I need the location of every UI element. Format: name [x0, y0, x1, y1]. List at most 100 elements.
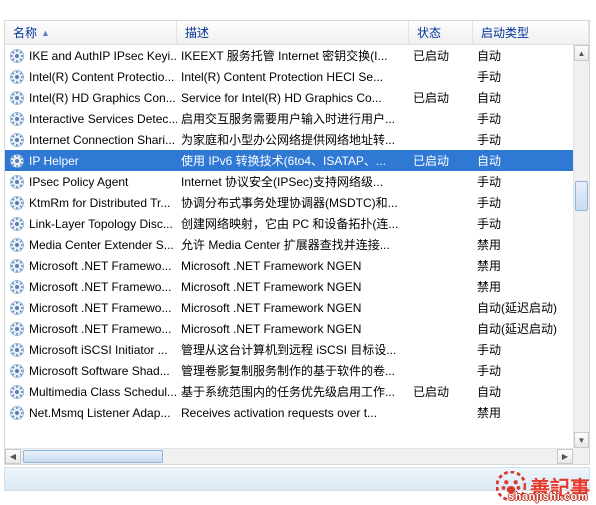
- service-name-cell: KtmRm for Distributed Tr...: [5, 195, 177, 211]
- service-desc-cell: 创建网络映射，它由 PC 和设备拓扑(连...: [177, 215, 409, 232]
- service-desc-cell: 使用 IPv6 转换技术(6to4、ISATAP、...: [177, 152, 409, 169]
- service-name-cell: IP Helper: [5, 153, 177, 169]
- vertical-scroll-thumb[interactable]: [575, 181, 588, 211]
- service-name-label: Net.Msmq Listener Adap...: [29, 406, 170, 420]
- service-gear-icon: [9, 384, 25, 400]
- service-type-cell: 手动: [473, 215, 573, 232]
- service-name-label: Microsoft .NET Framewo...: [29, 301, 171, 315]
- service-name-cell: Media Center Extender S...: [5, 237, 177, 253]
- service-name-label: Intel(R) Content Protectio...: [29, 70, 174, 84]
- service-type-cell: 自动(延迟启动): [473, 299, 573, 316]
- column-header-status[interactable]: 状态: [409, 21, 473, 44]
- vertical-scrollbar[interactable]: ▲ ▼: [573, 45, 589, 448]
- column-header-startup-type[interactable]: 启动类型: [473, 21, 589, 44]
- service-type-cell: 手动: [473, 110, 573, 127]
- service-type-cell: 自动(延迟启动): [473, 320, 573, 337]
- service-gear-icon: [9, 342, 25, 358]
- service-desc-cell: Microsoft .NET Framework NGEN: [177, 280, 409, 294]
- service-row[interactable]: Media Center Extender S...允许 Media Cente…: [5, 234, 573, 255]
- service-row[interactable]: Microsoft .NET Framewo...Microsoft .NET …: [5, 255, 573, 276]
- service-row[interactable]: IPsec Policy AgentInternet 协议安全(IPSec)支持…: [5, 171, 573, 192]
- service-type-cell: 手动: [473, 131, 573, 148]
- service-name-cell: Intel(R) Content Protectio...: [5, 69, 177, 85]
- service-desc-cell: Microsoft .NET Framework NGEN: [177, 301, 409, 315]
- service-row[interactable]: Net.Msmq Listener Adap...Receives activa…: [5, 402, 573, 423]
- service-type-cell: 自动: [473, 47, 573, 64]
- column-header-description[interactable]: 描述: [177, 21, 409, 44]
- service-row[interactable]: Microsoft .NET Framewo... Microsoft .NET …: [5, 297, 573, 318]
- service-name-label: Microsoft iSCSI Initiator ...: [29, 343, 168, 357]
- service-desc-cell: Service for Intel(R) HD Graphics Co...: [177, 91, 409, 105]
- service-type-cell: 手动: [473, 362, 573, 379]
- service-desc-cell: Intel(R) Content Protection HECI Se...: [177, 70, 409, 84]
- scroll-down-button[interactable]: ▼: [574, 432, 589, 448]
- service-name-label: KtmRm for Distributed Tr...: [29, 196, 170, 210]
- service-desc-cell: 启用交互服务需要用户输入时进行用户...: [177, 110, 409, 127]
- column-header-name[interactable]: 名称 ▲: [5, 21, 177, 44]
- service-gear-icon: [9, 90, 25, 106]
- service-type-cell: 禁用: [473, 257, 573, 274]
- service-name-label: Link-Layer Topology Disc...: [29, 217, 173, 231]
- service-row[interactable]: Microsoft Software Shad...管理卷影复制服务制作的基于软…: [5, 360, 573, 381]
- watermark-url: shanjishi.com: [508, 491, 588, 503]
- service-name-cell: Microsoft .NET Framewo...: [5, 258, 177, 274]
- service-name-label: Intel(R) HD Graphics Con...: [29, 91, 176, 105]
- service-name-label: Multimedia Class Schedul...: [29, 385, 177, 399]
- service-type-cell: 手动: [473, 68, 573, 85]
- service-row[interactable]: Intel(R) HD Graphics Con...Service for I…: [5, 87, 573, 108]
- scroll-left-button[interactable]: ◀: [5, 449, 21, 464]
- vertical-scroll-track[interactable]: [574, 61, 589, 432]
- service-name-label: Microsoft .NET Framewo...: [29, 259, 171, 273]
- service-row[interactable]: Microsoft iSCSI Initiator ... 管理从这台计算机到远程…: [5, 339, 573, 360]
- service-gear-icon: [9, 300, 25, 316]
- watermark: 善記事 shanjishi.com: [496, 471, 590, 501]
- service-type-cell: 自动: [473, 89, 573, 106]
- service-row[interactable]: Link-Layer Topology Disc... 创建网络映射，它由 PC …: [5, 213, 573, 234]
- service-row[interactable]: Multimedia Class Schedul...基于系统范围内的任务优先级…: [5, 381, 573, 402]
- service-gear-icon: [9, 321, 25, 337]
- service-type-cell: 手动: [473, 341, 573, 358]
- service-type-cell: 禁用: [473, 404, 573, 421]
- scroll-right-button[interactable]: ▶: [557, 449, 573, 464]
- sort-ascending-icon: ▲: [41, 28, 50, 38]
- service-name-cell: Microsoft iSCSI Initiator ...: [5, 342, 177, 358]
- service-desc-cell: 基于系统范围内的任务优先级启用工作...: [177, 383, 409, 400]
- service-gear-icon: [9, 405, 25, 421]
- service-name-cell: Net.Msmq Listener Adap...: [5, 405, 177, 421]
- service-row[interactable]: KtmRm for Distributed Tr... 协调分布式事务处理协调器(…: [5, 192, 573, 213]
- service-desc-cell: 管理卷影复制服务制作的基于软件的卷...: [177, 362, 409, 379]
- service-name-cell: Microsoft Software Shad...: [5, 363, 177, 379]
- service-desc-cell: 管理从这台计算机到远程 iSCSI 目标设...: [177, 341, 409, 358]
- service-gear-icon: [9, 153, 25, 169]
- service-row[interactable]: Interactive Services Detec...启用交互服务需要用户输…: [5, 108, 573, 129]
- services-list-body[interactable]: IKE and AuthIP IPsec Keyi...IKEEXT 服务托管 …: [5, 45, 573, 448]
- service-row[interactable]: Microsoft .NET Framewo...Microsoft .NET …: [5, 318, 573, 339]
- service-row[interactable]: Intel(R) Content Protectio...Intel(R) Co…: [5, 66, 573, 87]
- service-name-cell: Microsoft .NET Framewo...: [5, 321, 177, 337]
- horizontal-scrollbar[interactable]: ◀ ▶: [5, 448, 573, 464]
- scrollbar-corner: [573, 448, 589, 464]
- service-desc-cell: 协调分布式事务处理协调器(MSDTC)和...: [177, 194, 409, 211]
- service-name-label: IPsec Policy Agent: [29, 175, 128, 189]
- service-desc-cell: 允许 Media Center 扩展器查找并连接...: [177, 236, 409, 253]
- service-gear-icon: [9, 69, 25, 85]
- service-name-cell: Microsoft .NET Framewo...: [5, 300, 177, 316]
- service-row[interactable]: IKE and AuthIP IPsec Keyi...IKEEXT 服务托管 …: [5, 45, 573, 66]
- service-status-cell: 已启动: [409, 89, 473, 106]
- service-type-cell: 手动: [473, 194, 573, 211]
- horizontal-scroll-thumb[interactable]: [23, 450, 163, 463]
- services-listview[interactable]: 名称 ▲ 描述 状态 启动类型 IKE and AuthIP IPsec Key…: [4, 20, 590, 465]
- service-gear-icon: [9, 216, 25, 232]
- service-row[interactable]: IP Helper使用 IPv6 转换技术(6to4、ISATAP、...已启动…: [5, 150, 573, 171]
- service-name-cell: Intel(R) HD Graphics Con...: [5, 90, 177, 106]
- service-gear-icon: [9, 363, 25, 379]
- service-name-cell: Internet Connection Shari...: [5, 132, 177, 148]
- service-desc-cell: Microsoft .NET Framework NGEN: [177, 322, 409, 336]
- scroll-up-button[interactable]: ▲: [574, 45, 589, 61]
- column-header-row: 名称 ▲ 描述 状态 启动类型: [5, 21, 589, 45]
- service-name-label: IP Helper: [29, 154, 79, 168]
- service-row[interactable]: Internet Connection Shari...为家庭和小型办公网络提供…: [5, 129, 573, 150]
- service-row[interactable]: Microsoft .NET Framewo...Microsoft .NET …: [5, 276, 573, 297]
- column-header-name-label: 名称: [13, 24, 37, 41]
- service-name-cell: IPsec Policy Agent: [5, 174, 177, 190]
